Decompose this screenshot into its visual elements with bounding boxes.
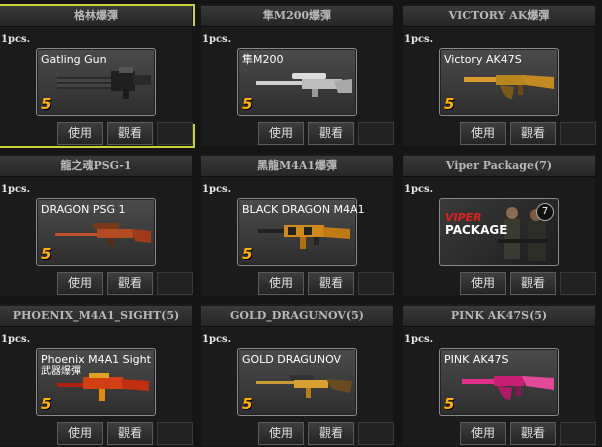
item-card[interactable]: BLACK DRAGON M4A1 5 [237,198,365,266]
item-quantity: 1pcs. [404,184,434,195]
use-button[interactable]: 使用 [57,422,103,445]
package-title: PACKAGE [445,223,508,237]
item-quantity: 1pcs. [1,34,31,45]
item-card[interactable]: GOLD DRAGUNOV 5 [237,348,357,416]
item-card[interactable]: DRAGON PSG 1 5 [36,198,156,266]
item-title: 龍之魂PSG-1 [0,156,192,177]
view-button[interactable]: 觀看 [510,272,556,295]
item-title: PHOENIX_M4A1_SIGHT(5) [0,306,192,327]
level-badge: 5 [242,395,253,413]
item-quantity: 1pcs. [404,334,434,345]
psg-icon [55,223,151,246]
use-button[interactable]: 使用 [460,272,506,295]
item-title: GOLD_DRAGUNOV(5) [201,306,393,327]
item-title: 黑龍M4A1爆彈 [201,156,393,177]
blank-button [358,272,394,295]
item-quantity: 1pcs. [202,184,232,195]
view-button[interactable]: 觀看 [510,422,556,445]
item-title: 隼M200爆彈 [201,6,393,27]
item-card[interactable]: Victory AK47S 5 [439,48,559,116]
item-quantity: 1pcs. [202,34,232,45]
blank-button [358,422,394,445]
gatling-icon [57,67,151,99]
item-quantity: 1pcs. [1,184,31,195]
level-badge: 5 [242,95,253,113]
ak-pink-icon [462,376,554,400]
item-card[interactable]: Phoenix M4A1 Sight 武器爆彈 5 [36,348,156,416]
view-button[interactable]: 觀看 [308,272,354,295]
blank-button [560,272,596,295]
count-badge: 7 [536,203,554,221]
view-button[interactable]: 觀看 [107,272,153,295]
item-cell-black-dragon[interactable]: 黑龍M4A1爆彈 1pcs. BLACK DRAGON M4A1 5 使用 觀看 [201,154,394,296]
blank-button [157,272,193,295]
use-button[interactable]: 使用 [460,122,506,145]
item-cell-viper-package[interactable]: Viper Package(7) 1pcs. VIPER PACKAGE 7 使… [403,154,596,296]
view-button[interactable]: 觀看 [107,122,153,145]
item-card[interactable]: VIPER PACKAGE 7 [439,198,559,266]
blank-button [157,422,193,445]
item-cell-pink-ak[interactable]: PINK AK47S(5) 1pcs. PINK AK47S 5 使用 觀看 [403,304,596,446]
level-badge: 5 [41,395,52,413]
use-button[interactable]: 使用 [57,272,103,295]
sniper-icon [256,73,352,97]
level-badge: 5 [41,245,52,263]
item-title: Viper Package(7) [403,156,595,177]
level-badge: 5 [41,95,52,113]
item-cell-m200[interactable]: 隼M200爆彈 1pcs. 隼M200 5 使用 觀看 [201,4,394,146]
item-cell-gold-dragunov[interactable]: GOLD_DRAGUNOV(5) 1pcs. GOLD DRAGUNOV 5 使… [201,304,394,446]
dragunov-icon [256,375,352,398]
use-button[interactable]: 使用 [258,122,304,145]
phoenix-icon [57,373,149,401]
use-button[interactable]: 使用 [258,422,304,445]
viper-package-image: VIPER PACKAGE 7 [440,199,558,265]
level-badge: 5 [444,395,455,413]
use-button[interactable]: 使用 [57,122,103,145]
use-button[interactable]: 使用 [258,272,304,295]
blank-button [560,422,596,445]
item-cell-gatling[interactable]: 格林爆彈 1pcs. Gatling Gun 5 使用 觀看 [0,4,195,148]
item-card[interactable]: 隼M200 5 [237,48,357,116]
blank-button [560,122,596,145]
item-cell-victory-ak[interactable]: VICTORY AK爆彈 1pcs. Victory AK47S 5 使用 觀看 [403,4,596,146]
ak-gold-icon [464,75,554,99]
level-badge: 5 [444,95,455,113]
blank-button [157,122,193,145]
m4a1-icon [258,225,350,249]
item-title: 格林爆彈 [0,6,192,27]
level-badge: 5 [242,245,253,263]
use-button[interactable]: 使用 [460,422,506,445]
item-cell-phoenix[interactable]: PHOENIX_M4A1_SIGHT(5) 1pcs. Phoenix M4A1… [0,304,193,446]
item-cell-dragon-psg[interactable]: 龍之魂PSG-1 1pcs. DRAGON PSG 1 5 使用 觀看 [0,154,193,296]
item-quantity: 1pcs. [1,334,31,345]
view-button[interactable]: 觀看 [308,122,354,145]
item-quantity: 1pcs. [404,34,434,45]
blank-button [358,122,394,145]
item-quantity: 1pcs. [202,334,232,345]
item-card[interactable]: PINK AK47S 5 [439,348,559,416]
view-button[interactable]: 觀看 [107,422,153,445]
item-title: PINK AK47S(5) [403,306,595,327]
view-button[interactable]: 觀看 [308,422,354,445]
item-card[interactable]: Gatling Gun 5 [36,48,156,116]
view-button[interactable]: 觀看 [510,122,556,145]
item-title: VICTORY AK爆彈 [403,6,595,27]
